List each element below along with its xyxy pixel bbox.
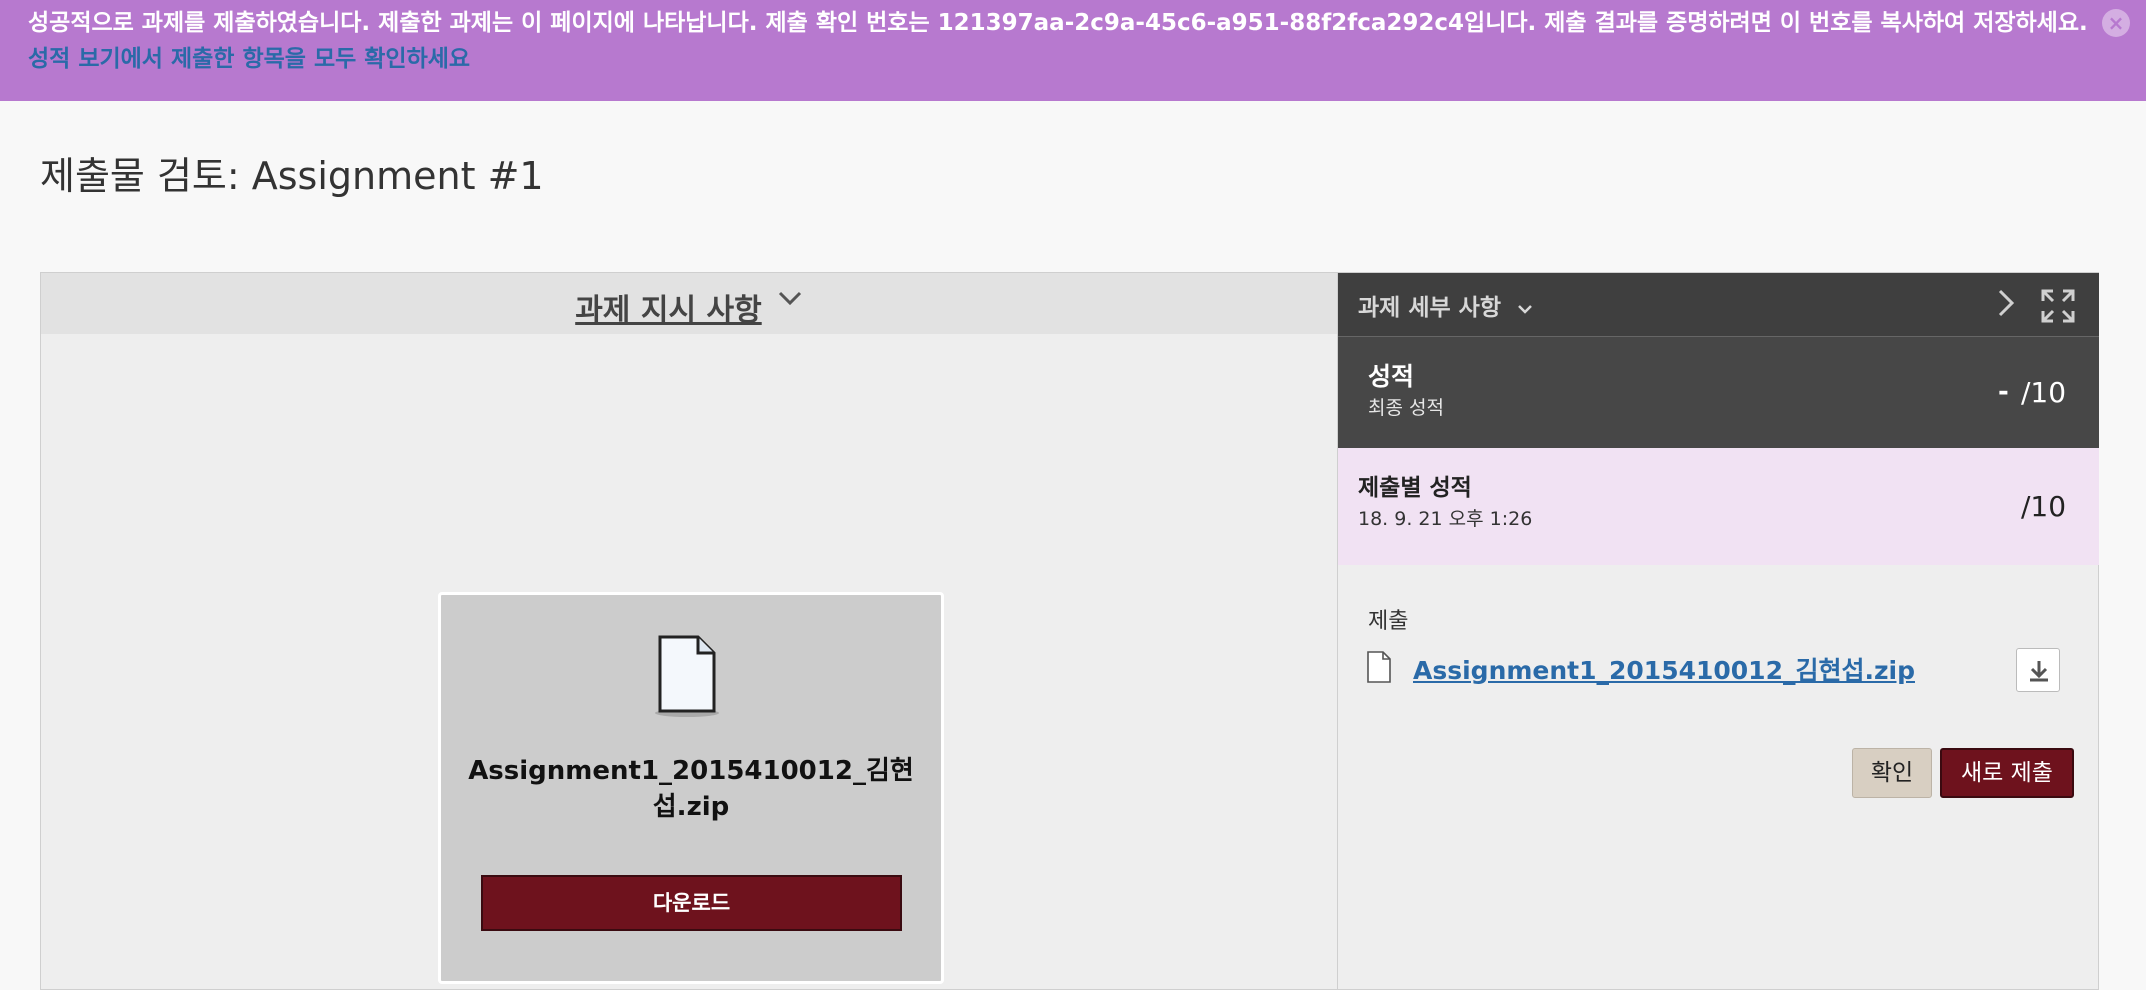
details-panel: 과제 세부 사항 성적 최종 성적 - /10 제출별 성적 18. 9. 21…	[1337, 273, 2099, 989]
instructions-header: 과제 지시 사항	[41, 273, 1337, 334]
instructions-toggle[interactable]: 과제 지시 사항	[575, 285, 762, 329]
document-icon	[654, 635, 720, 717]
chevron-right-icon[interactable]	[1994, 283, 2018, 332]
attempt-title: 제출별 성적	[1358, 475, 1472, 501]
grade-score-placeholder: -	[1998, 377, 2009, 407]
banner-message: 성공적으로 과제를 제출하였습니다. 제출한 과제는 이 페이지에 나타납니다.…	[28, 10, 2088, 36]
file-preview-card: Assignment1_2015410012_김현섭.zip 다운로드	[438, 592, 944, 984]
file-icon	[1366, 651, 1392, 683]
attempt-max-score: /10	[2021, 490, 2067, 523]
view-grades-link[interactable]: 성적 보기에서 제출한 항목을 모두 확인하세요	[28, 44, 470, 74]
grade-max-score: /10	[2021, 376, 2067, 409]
file-name: Assignment1_2015410012_김현섭.zip	[468, 756, 914, 822]
attempt-date: 18. 9. 21 오후 1:26	[1358, 508, 1533, 530]
close-icon[interactable]: ×	[2102, 9, 2130, 37]
page-title: 제출물 검토: Assignment #1	[40, 154, 544, 198]
ok-button[interactable]: 확인	[1852, 748, 1932, 798]
attempt-grade-box[interactable]: 제출별 성적 18. 9. 21 오후 1:26 /10	[1338, 448, 2099, 565]
submission-label: 제출	[1368, 609, 1409, 634]
download-icon[interactable]	[2016, 648, 2060, 692]
details-header-label: 과제 세부 사항	[1358, 295, 1501, 321]
details-toggle[interactable]: 과제 세부 사항	[1358, 288, 1533, 322]
download-button[interactable]: 다운로드	[481, 875, 902, 931]
resubmit-button[interactable]: 새로 제출	[1940, 748, 2074, 798]
chevron-down-icon[interactable]	[777, 285, 803, 315]
grade-subtitle: 최종 성적	[1368, 397, 1444, 419]
grade-title: 성적	[1368, 362, 1415, 391]
details-header: 과제 세부 사항	[1338, 273, 2099, 337]
review-container: 과제 지시 사항 Assignment1_2015410012_김현섭.zip …	[40, 272, 2099, 990]
expand-icon[interactable]	[2041, 289, 2075, 323]
chevron-down-icon	[1517, 299, 1533, 320]
final-grade-box: 성적 최종 성적 - /10	[1338, 337, 2099, 448]
submitted-file-link[interactable]: Assignment1_2015410012_김현섭.zip	[1413, 651, 1915, 687]
success-banner: 성공적으로 과제를 제출하였습니다. 제출한 과제는 이 페이지에 나타납니다.…	[0, 0, 2146, 101]
